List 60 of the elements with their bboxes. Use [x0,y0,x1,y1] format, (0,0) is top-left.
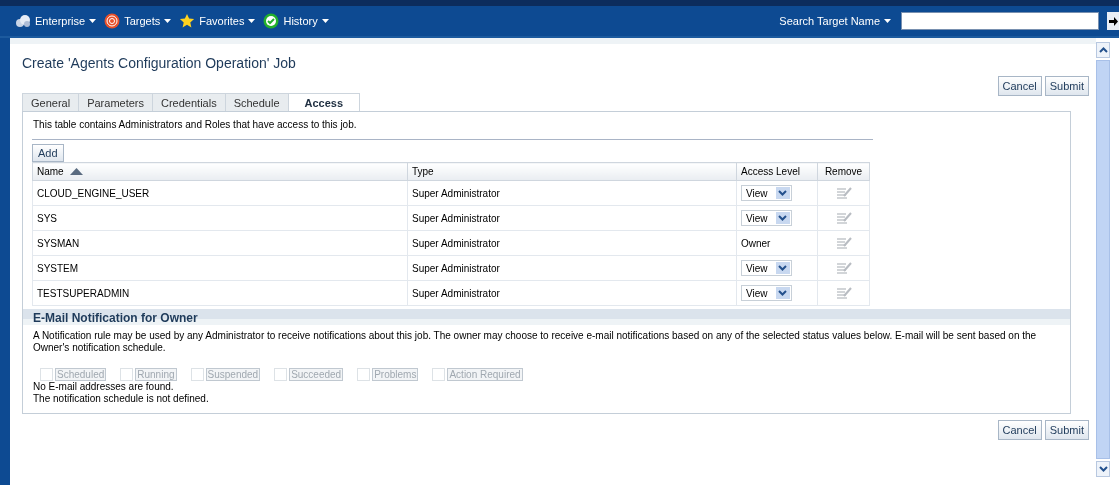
edit-pencil-icon[interactable] [835,186,852,200]
column-header: Remove [817,162,870,181]
table-cell: Super Administrator [407,280,737,306]
target-icon [104,13,121,29]
table-cell: Super Administrator [407,230,737,256]
column-header[interactable]: Name [32,162,408,181]
column-header: Type [407,162,737,181]
search-type-menu[interactable]: Search Target Name [779,15,891,27]
caret-icon [164,19,172,23]
caret-icon [884,19,891,23]
access-level-dropdown[interactable]: View [741,185,792,201]
notification-description: A Notification rule may be used by any Administrator to receive notifications about this job. The owner may choose to receive e-mail notifications based on any of the selected status values below. E-mail will be sent based on the Owner's notification schedule. [33,330,1038,354]
cloud-icon [15,14,31,28]
action-button[interactable]: Submit [1044,420,1089,440]
table-cell: Owner [736,230,818,256]
table-cell: SYS [32,205,408,231]
table-cell: TESTSUPERADMIN [32,280,408,306]
access-level-dropdown[interactable]: View [741,285,792,301]
status-message: No E-mail addresses are found. [33,381,175,393]
action-button[interactable]: Cancel [997,420,1042,440]
table-cell: SYSMAN [32,230,408,256]
go-button[interactable] [1107,12,1119,30]
vertical-scrollbar[interactable] [1096,42,1110,477]
check-circle-icon [263,13,280,29]
dropdown-arrow-icon [775,187,790,199]
caret-icon [89,19,97,23]
scroll-up-icon[interactable] [1096,42,1110,58]
access-level-dropdown[interactable]: View [741,260,792,276]
arrow-right-icon [1108,16,1118,26]
table-cell: CLOUD_ENGINE_USER [32,180,408,206]
table-cell: Super Administrator [407,205,737,231]
table-cell: Super Administrator [407,180,737,206]
table-cell: SYSTEM [32,255,408,281]
column-header: Access Level [736,162,818,181]
edit-pencil-icon[interactable] [835,236,852,250]
search-field[interactable] [901,12,1099,30]
dropdown-arrow-icon [775,287,790,299]
status-message: The notification schedule is not defined. [33,393,210,405]
nav-menu[interactable]: Favorites [179,13,256,29]
caret-icon [321,19,329,23]
section-heading: E-Mail Notification for Owner [33,311,199,325]
action-button[interactable]: Cancel [997,76,1042,96]
add-button[interactable]: Add [32,144,64,162]
nav-menu[interactable]: History [263,13,329,29]
caret-icon [248,19,256,23]
edit-pencil-icon[interactable] [835,261,852,275]
nav-menu[interactable]: Enterprise [15,14,97,28]
dropdown-arrow-icon [775,212,790,224]
access-level-dropdown[interactable]: View [741,210,792,226]
page-title: Create 'Agents Configuration Operation' Job [22,55,296,73]
sort-ascending-icon [69,168,83,175]
star-icon [179,13,196,29]
table-description: This table contains Administrators and Roles that have access to this job. [33,119,358,130]
edit-pencil-icon[interactable] [835,211,852,225]
nav-menu[interactable]: Targets [104,13,172,29]
action-button[interactable]: Submit [1044,76,1089,96]
edit-pencil-icon[interactable] [835,286,852,300]
dropdown-arrow-icon [775,262,790,274]
scroll-down-icon[interactable] [1096,461,1110,477]
table-cell: Super Administrator [407,255,737,281]
